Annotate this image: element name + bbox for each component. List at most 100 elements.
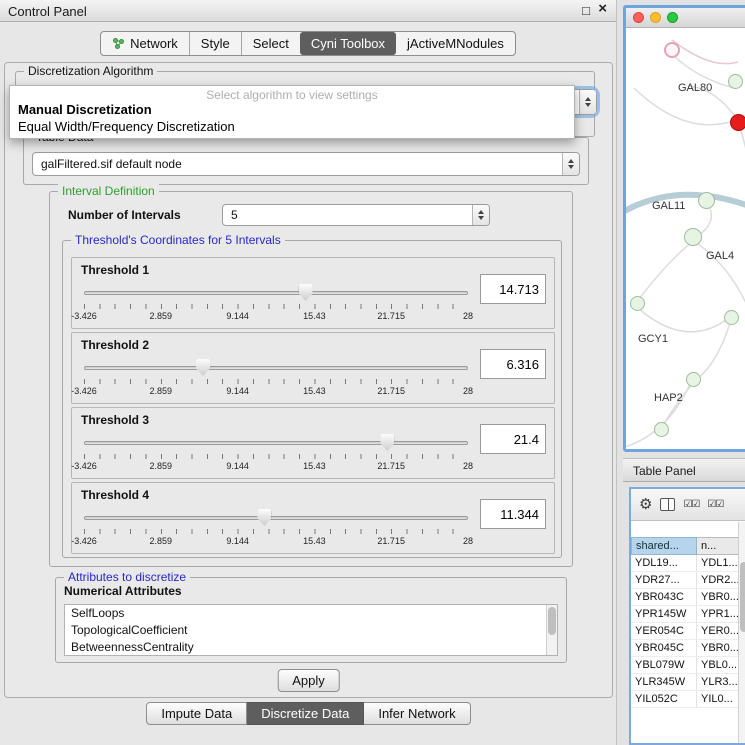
table-row[interactable]: YER054CYER0...: [631, 623, 745, 640]
slider-tick-labels: -3.426 2.859 9.144 15.43 21.715 28: [84, 461, 468, 473]
select-all-checkbox-icon[interactable]: ☑☑: [683, 499, 699, 510]
close-traffic-light-icon[interactable]: [633, 12, 644, 23]
columns-icon[interactable]: [660, 498, 675, 511]
cyni-toolbox-panel: Discretization Algorithm Select algorith…: [4, 62, 613, 698]
threshold-4-value-field[interactable]: [480, 499, 546, 529]
list-item[interactable]: TopologicalCoefficient: [65, 622, 557, 639]
list-scrollbar[interactable]: [546, 605, 557, 655]
slider-thumb[interactable]: [380, 434, 394, 451]
numerical-attributes-list[interactable]: SelfLoops TopologicalCoefficient Between…: [64, 604, 558, 656]
slider-ticks: [84, 529, 468, 534]
tab-impute-data[interactable]: Impute Data: [146, 702, 247, 725]
filter-checkbox-icon[interactable]: ☑☑: [707, 499, 723, 510]
tick-label: 9.144: [226, 311, 249, 321]
tick-label: -3.426: [71, 311, 97, 321]
tab-style[interactable]: Style: [189, 32, 241, 55]
apply-button[interactable]: Apply: [277, 669, 340, 692]
interval-definition-group: Interval Definition Number of Intervals …: [49, 191, 573, 567]
slider-track[interactable]: [84, 291, 468, 295]
tab-discretize-data[interactable]: Discretize Data: [247, 702, 364, 725]
network-node[interactable]: [664, 42, 680, 58]
slider-thumb[interactable]: [196, 359, 210, 376]
tab-cyni-toolbox[interactable]: Cyni Toolbox: [300, 32, 396, 55]
zoom-traffic-light-icon[interactable]: [667, 12, 678, 23]
table-row[interactable]: YDR27...YDR2...: [631, 572, 745, 589]
tick-label: 2.859: [150, 461, 173, 471]
scrollbar-thumb[interactable]: [740, 562, 745, 632]
network-node[interactable]: [698, 192, 715, 209]
attributes-group: Attributes to discretize Numerical Attri…: [55, 577, 567, 663]
network-node[interactable]: [686, 372, 701, 387]
gear-icon[interactable]: ⚙: [639, 497, 652, 512]
tick-label: 21.715: [377, 536, 405, 546]
dropdown-option-equal-width-frequency[interactable]: Equal Width/Frequency Discretization: [10, 118, 574, 135]
close-icon[interactable]: ×: [598, 1, 607, 17]
network-canvas[interactable]: GAL80 GAL11 GAL4 GCY1 HAP2: [626, 28, 745, 448]
network-node[interactable]: [654, 422, 669, 437]
threshold-1-slider[interactable]: -3.426 2.859 9.144 15.43 21.715 28: [84, 282, 468, 324]
slider-track[interactable]: [84, 366, 468, 370]
threshold-2-value-field[interactable]: [480, 349, 546, 379]
threshold-2-panel: Threshold 2 -3.426 2.859 9.144 15.43 21.…: [71, 332, 555, 404]
group-title: Discretization Algorithm: [24, 64, 157, 78]
algorithm-dropdown-popup: Select algorithm to view settings Manual…: [9, 85, 575, 139]
threshold-4-slider[interactable]: -3.426 2.859 9.144 15.43 21.715 28: [84, 507, 468, 549]
table-row[interactable]: YDL19...YDL1...: [631, 555, 745, 572]
slider-ticks: [84, 304, 468, 309]
slider-track[interactable]: [84, 516, 468, 520]
table-scrollbar[interactable]: [738, 522, 745, 743]
dropdown-option-manual-discretization[interactable]: Manual Discretization: [10, 101, 574, 118]
tick-label: 21.715: [377, 311, 405, 321]
network-node[interactable]: [728, 74, 743, 89]
slider-ticks: [84, 379, 468, 384]
slider-tick-labels: -3.426 2.859 9.144 15.43 21.715 28: [84, 311, 468, 323]
float-window-icon[interactable]: □: [582, 3, 590, 19]
list-item[interactable]: BetweennessCentrality: [65, 639, 557, 656]
table-row[interactable]: YPR145WYPR1...: [631, 606, 745, 623]
tab-select[interactable]: Select: [241, 32, 300, 55]
control-panel-titlebar: Control Panel □ ×: [0, 0, 616, 22]
table-row[interactable]: YLR345WYLR3...: [631, 674, 745, 691]
threshold-3-slider[interactable]: -3.426 2.859 9.144 15.43 21.715 28: [84, 432, 468, 474]
network-node[interactable]: [684, 228, 702, 246]
control-panel-window: Control Panel □ × Network Style Select C…: [0, 0, 617, 745]
tab-network[interactable]: Network: [101, 32, 189, 55]
number-of-intervals-select[interactable]: 5: [222, 204, 490, 226]
list-item[interactable]: SelfLoops: [65, 605, 557, 622]
network-node[interactable]: [630, 296, 645, 311]
number-of-intervals-label: Number of Intervals: [68, 208, 181, 222]
threshold-3-panel: Threshold 3 -3.426 2.859 9.144 15.43 21.…: [71, 407, 555, 479]
threshold-2-slider[interactable]: -3.426 2.859 9.144 15.43 21.715 28: [84, 357, 468, 399]
table-data-select[interactable]: galFiltered.sif default node: [32, 152, 580, 176]
network-icon: [112, 37, 125, 50]
slider-thumb[interactable]: [299, 284, 313, 301]
table-row[interactable]: YBR045CYBR0...: [631, 640, 745, 657]
slider-track[interactable]: [84, 441, 468, 445]
network-node[interactable]: [724, 310, 739, 325]
tab-jactivemnodules[interactable]: jActiveMNodules: [396, 32, 515, 55]
tick-label: 21.715: [377, 461, 405, 471]
scrollbar-thumb[interactable]: [548, 607, 556, 635]
threshold-3-value-field[interactable]: [480, 424, 546, 454]
slider-tick-labels: -3.426 2.859 9.144 15.43 21.715 28: [84, 386, 468, 398]
tick-label: -3.426: [71, 386, 97, 396]
tab-infer-network[interactable]: Infer Network: [364, 702, 470, 725]
network-node-highlighted[interactable]: [730, 114, 745, 131]
combo-stepper-icon: [579, 90, 596, 114]
tick-label: 28: [463, 461, 473, 471]
group-title: Attributes to discretize: [64, 570, 190, 584]
tick-label: 2.859: [150, 386, 173, 396]
group-title: Interval Definition: [58, 184, 159, 198]
table-header-row: shared... n...: [631, 537, 745, 555]
threshold-4-panel: Threshold 4 -3.426 2.859 9.144 15.43 21.…: [71, 482, 555, 554]
network-node-label: GAL4: [706, 250, 734, 262]
threshold-1-value-field[interactable]: [480, 274, 546, 304]
slider-thumb[interactable]: [257, 509, 271, 526]
table-row[interactable]: YIL052CYIL0...: [631, 691, 745, 708]
table-row[interactable]: YBR043CYBR0...: [631, 589, 745, 606]
column-header-shared-name[interactable]: shared...: [631, 537, 697, 555]
table-row[interactable]: YBL079WYBL0...: [631, 657, 745, 674]
tick-label: 28: [463, 386, 473, 396]
minimize-traffic-light-icon[interactable]: [650, 12, 661, 23]
tick-label: 28: [463, 311, 473, 321]
